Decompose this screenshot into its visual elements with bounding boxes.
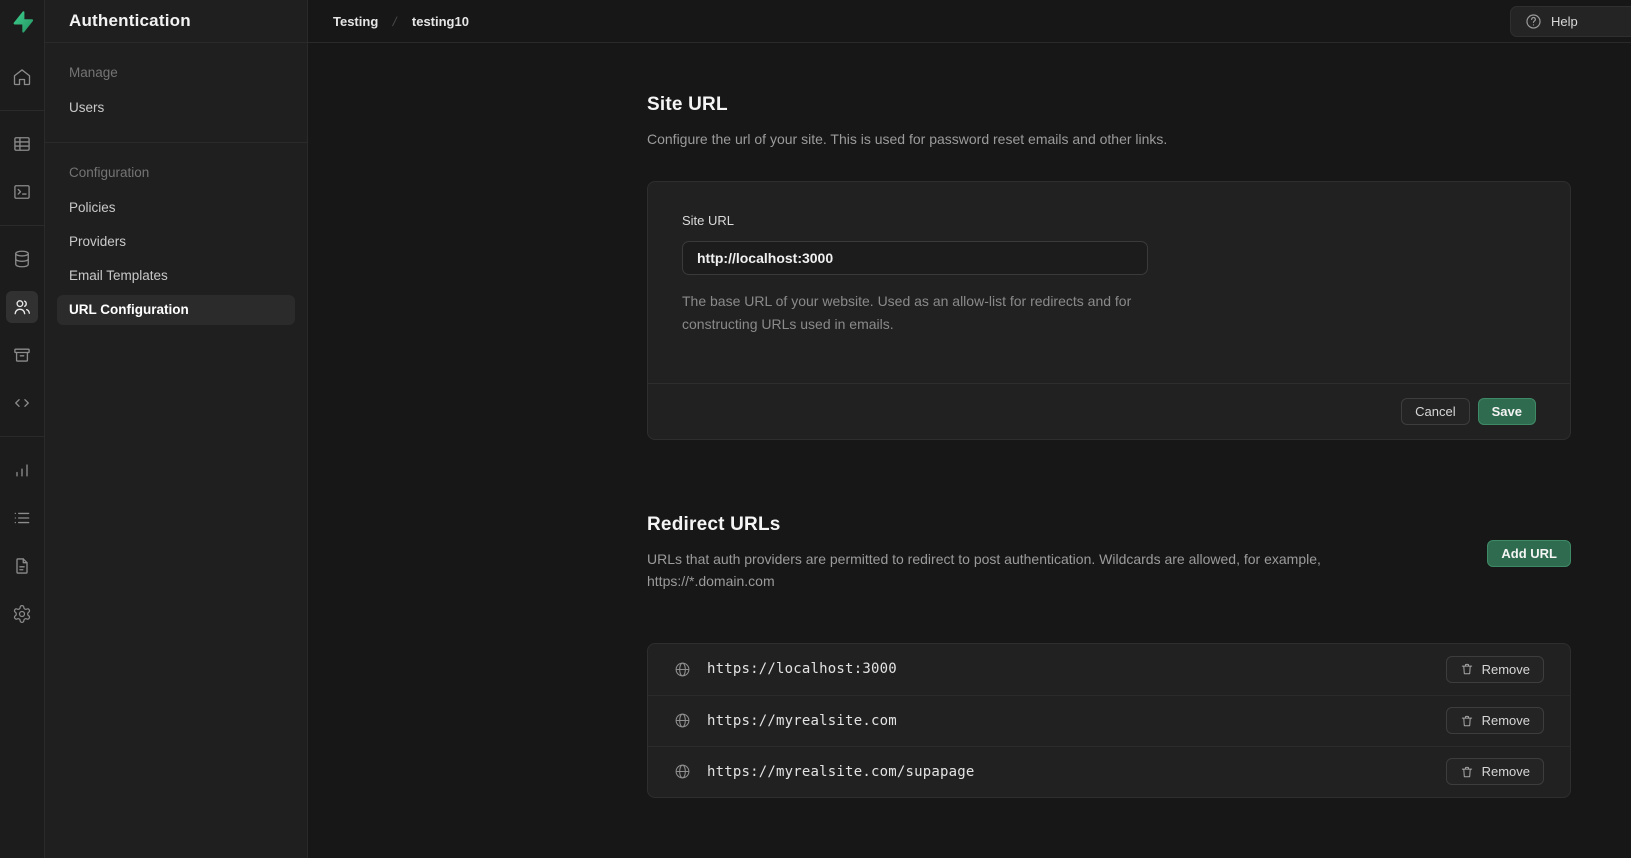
redirect-urls-description: URLs that auth providers are permitted t… xyxy=(647,549,1357,592)
redirect-url-row: https://myrealsite.com Remove xyxy=(648,695,1570,746)
sidebar-item-providers[interactable]: Providers xyxy=(57,227,295,257)
table-editor-icon[interactable] xyxy=(6,128,38,160)
globe-icon xyxy=(674,763,691,780)
site-url-description: Configure the url of your site. This is … xyxy=(647,129,1571,151)
sidebar-item-email-templates[interactable]: Email Templates xyxy=(57,261,295,291)
topbar: Authentication Testing / testing10 Help xyxy=(45,0,1631,43)
redirect-url-value: https://myrealsite.com xyxy=(707,713,897,729)
add-url-button[interactable]: Add URL xyxy=(1487,540,1571,567)
sidebar-section-manage: Manage xyxy=(45,65,307,80)
logs-icon[interactable] xyxy=(6,502,38,534)
rail-divider xyxy=(0,436,45,437)
sidebar-item-policies[interactable]: Policies xyxy=(57,193,295,223)
remove-url-label: Remove xyxy=(1482,662,1530,677)
trash-icon xyxy=(1460,662,1474,676)
page-title: Authentication xyxy=(69,11,191,31)
trash-icon xyxy=(1460,765,1474,779)
globe-icon xyxy=(674,712,691,729)
rail-divider xyxy=(0,225,45,226)
api-docs-icon[interactable] xyxy=(6,550,38,582)
remove-url-button[interactable]: Remove xyxy=(1446,656,1544,683)
reports-icon[interactable] xyxy=(6,454,38,486)
rail-divider xyxy=(0,110,45,111)
redirect-urls-heading: Redirect URLs xyxy=(647,514,1357,536)
sidebar-item-url-configuration[interactable]: URL Configuration xyxy=(57,295,295,325)
supabase-logo[interactable] xyxy=(0,0,44,43)
settings-icon[interactable] xyxy=(6,598,38,630)
breadcrumb-branch[interactable]: testing10 xyxy=(412,14,469,29)
site-url-card-footer: Cancel Save xyxy=(648,383,1570,439)
rail-nav xyxy=(0,43,44,630)
redirect-url-row: https://myrealsite.com/supapage Remove xyxy=(648,746,1570,797)
app-root: Authentication Testing / testing10 Help … xyxy=(0,0,1631,858)
authentication-icon[interactable] xyxy=(6,291,38,323)
redirect-urls-header: Redirect URLs URLs that auth providers a… xyxy=(647,514,1571,592)
help-button-label: Help xyxy=(1551,14,1578,29)
sidebar-section-configuration: Configuration xyxy=(45,165,307,180)
home-icon[interactable] xyxy=(6,61,38,93)
sql-editor-icon[interactable] xyxy=(6,176,38,208)
site-url-field-label: Site URL xyxy=(682,213,734,228)
globe-icon xyxy=(674,661,691,678)
remove-url-label: Remove xyxy=(1482,713,1530,728)
trash-icon xyxy=(1460,714,1474,728)
site-url-input[interactable] xyxy=(682,241,1148,275)
site-url-field-help: The base URL of your website. Used as an… xyxy=(682,290,1162,338)
auth-sidebar: Manage Users Configuration Policies Prov… xyxy=(45,43,308,858)
storage-icon[interactable] xyxy=(6,339,38,371)
sidebar-divider xyxy=(45,142,307,143)
redirect-url-value: https://localhost:3000 xyxy=(707,661,897,677)
topbar-breadcrumb-area: Testing / testing10 Help xyxy=(308,0,1631,42)
remove-url-button[interactable]: Remove xyxy=(1446,707,1544,734)
cancel-button[interactable]: Cancel xyxy=(1401,398,1469,425)
page-title-cell: Authentication xyxy=(45,0,308,42)
redirect-url-value: https://myrealsite.com/supapage xyxy=(707,764,975,780)
redirect-urls-list: https://localhost:3000 Remove https://my… xyxy=(647,643,1571,798)
remove-url-button[interactable]: Remove xyxy=(1446,758,1544,785)
help-circle-icon xyxy=(1525,13,1542,30)
sidebar-item-users[interactable]: Users xyxy=(57,93,295,123)
redirect-url-row: https://localhost:3000 Remove xyxy=(648,644,1570,695)
site-url-card: Site URL The base URL of your website. U… xyxy=(647,181,1571,441)
breadcrumb-separator: / xyxy=(392,14,399,29)
database-icon[interactable] xyxy=(6,243,38,275)
save-button[interactable]: Save xyxy=(1478,398,1536,425)
supabase-logo-icon xyxy=(10,10,34,34)
nav-rail xyxy=(0,0,45,858)
main-content: Site URL Configure the url of your site.… xyxy=(308,43,1631,858)
site-url-heading: Site URL xyxy=(647,94,1571,116)
breadcrumb-project[interactable]: Testing xyxy=(333,14,378,29)
help-button[interactable]: Help xyxy=(1510,6,1631,37)
remove-url-label: Remove xyxy=(1482,764,1530,779)
edge-functions-icon[interactable] xyxy=(6,387,38,419)
